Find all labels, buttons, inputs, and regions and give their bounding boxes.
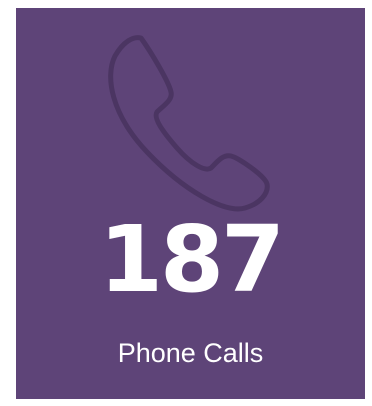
phone-calls-label: Phone Calls [117, 338, 264, 368]
phone-calls-stat-card: 187 Phone Calls [16, 8, 365, 399]
phone-handset-icon [108, 35, 270, 212]
phone-calls-count: 187 [98, 206, 285, 313]
